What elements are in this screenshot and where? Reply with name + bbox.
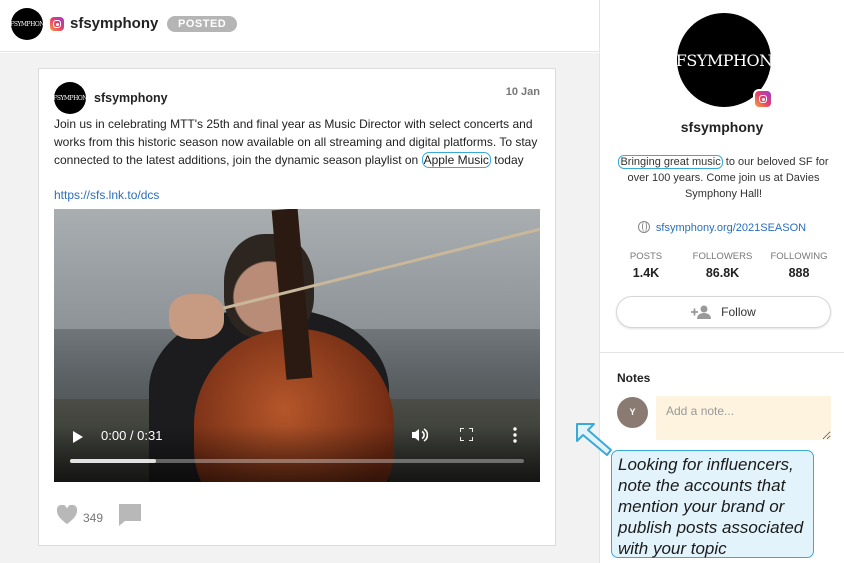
more-options-icon[interactable] xyxy=(512,427,518,443)
profile-stats: POSTS 1.4K FOLLOWERS 86.8K FOLLOWING 888 xyxy=(616,251,829,280)
website-link[interactable]: sfsymphony.org/2021SEASON xyxy=(656,222,806,234)
post-author-logo-text: SFSYMPHONY xyxy=(54,94,86,102)
stat-posts: POSTS 1.4K xyxy=(616,251,676,280)
notes-title: Notes xyxy=(617,371,651,385)
video-frame-hand xyxy=(169,294,224,339)
bio-highlight: Bringing great music xyxy=(618,155,723,169)
profile-name: sfsymphony xyxy=(680,119,764,135)
profile-website[interactable]: sfsymphony.org/2021SEASON xyxy=(600,221,844,234)
profile-bio: Bringing great music to our beloved SF f… xyxy=(614,154,833,202)
callout-arrow-icon xyxy=(576,423,612,456)
post-link[interactable]: https://sfs.lnk.to/dcs xyxy=(54,188,159,202)
account-avatar[interactable]: SFSYMPHONY xyxy=(11,8,43,40)
add-user-icon xyxy=(691,305,712,319)
sidebar-divider xyxy=(600,352,844,353)
comment-icon[interactable] xyxy=(117,502,143,528)
follow-button[interactable]: Follow xyxy=(616,296,831,328)
stat-followers: FOLLOWERS 86.8K xyxy=(693,251,753,280)
video-progress-track[interactable] xyxy=(70,459,524,463)
note-input[interactable] xyxy=(656,396,831,440)
post-author-name[interactable]: sfsymphony xyxy=(94,91,168,105)
stat-value: 86.8K xyxy=(705,266,740,280)
globe-icon xyxy=(637,221,650,233)
instagram-icon xyxy=(753,89,773,109)
follow-label: Follow xyxy=(721,305,756,319)
video-time: 0:00 / 0:31 xyxy=(101,428,163,443)
account-logo-text: SFSYMPHONY xyxy=(11,20,43,28)
instagram-icon xyxy=(50,17,64,31)
callout-tip: Looking for influencers, note the accoun… xyxy=(611,450,814,558)
stat-value: 1.4K xyxy=(632,266,660,280)
caption-text-end: today xyxy=(490,153,524,167)
note-user-avatar: Y xyxy=(617,397,648,428)
post-card: SFSYMPHONY sfsymphony 10 Jan Join us in … xyxy=(38,68,556,546)
like-count: 349 xyxy=(83,511,104,525)
play-icon[interactable] xyxy=(73,431,83,443)
post-author-avatar[interactable]: SFSYMPHONY xyxy=(54,82,86,114)
video-progress-fill xyxy=(70,459,157,463)
post-date: 10 Jan xyxy=(505,86,540,98)
stat-label: POSTS xyxy=(629,251,663,262)
top-bar: SFSYMPHONY sfsymphony POSTED xyxy=(0,0,599,52)
stat-label: FOLLOWERS xyxy=(692,251,753,262)
heart-icon[interactable] xyxy=(56,505,78,525)
volume-icon[interactable] xyxy=(412,428,428,442)
account-name[interactable]: sfsymphony xyxy=(70,15,158,32)
stat-following: FOLLOWING 888 xyxy=(769,251,829,280)
stat-label: FOLLOWING xyxy=(770,251,828,262)
fullscreen-icon[interactable] xyxy=(460,428,473,441)
stat-value: 888 xyxy=(788,266,810,280)
highlighted-mention: Apple Music xyxy=(421,152,491,168)
status-badge: POSTED xyxy=(167,16,238,32)
post-caption: Join us in celebrating MTT's 25th and fi… xyxy=(54,115,544,169)
video-player[interactable]: 0:00 / 0:31 xyxy=(54,209,540,482)
